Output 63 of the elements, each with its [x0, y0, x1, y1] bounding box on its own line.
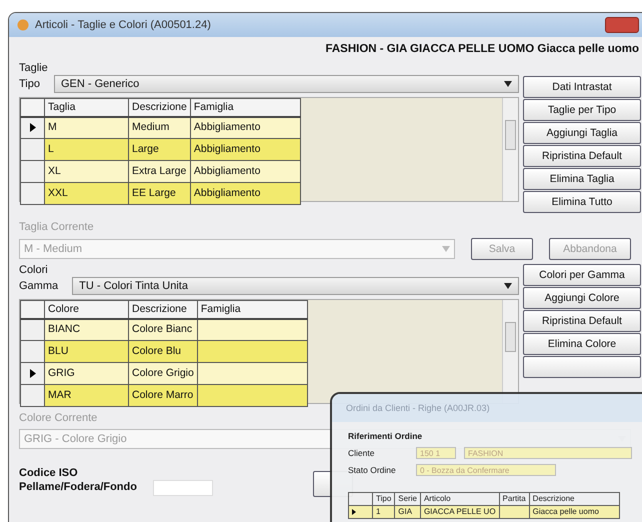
table-cell: MAR — [44, 384, 128, 407]
table-cell: XXL — [44, 182, 128, 205]
scrollbar[interactable] — [502, 98, 518, 202]
row-header[interactable] — [20, 318, 44, 341]
action-button[interactable]: Elimina Tutto — [523, 191, 641, 214]
partly-covered-button[interactable] — [523, 356, 641, 378]
action-button[interactable]: Ripristina Default — [523, 310, 641, 332]
dropdown-arrow-icon — [504, 81, 512, 88]
article-header: FASHION - GIA GIACCA PELLE UOMO Giacca pelle uomo — [324, 42, 640, 57]
table-cell: GIACCA PELLE UO — [420, 506, 500, 519]
row-header[interactable] — [20, 138, 44, 161]
row-header[interactable] — [20, 340, 44, 363]
field-label: Stato Ordine — [348, 464, 397, 476]
iso-code-field[interactable] — [152, 480, 213, 496]
field-label: Taglia Corrente — [19, 221, 95, 234]
row-header — [20, 98, 44, 117]
column-header[interactable]: Descrizione — [128, 300, 198, 319]
row-header[interactable] — [20, 384, 44, 407]
table-cell: Giacca pelle uomo — [529, 506, 620, 519]
field-label: Pellame/Fodera/Fondo — [19, 481, 137, 494]
action-button[interactable]: Dati Intrastat — [523, 76, 641, 98]
field-label: Codice ISO — [19, 466, 79, 480]
row-header[interactable] — [20, 160, 44, 183]
row-header[interactable] — [20, 362, 44, 385]
action-button[interactable]: Taglie per Tipo — [523, 99, 641, 122]
column-header[interactable]: Famiglia — [190, 98, 300, 117]
window-title: Ordini da Clienti - Righe (A00JR.03) — [332, 394, 642, 422]
dropdown-arrow-icon — [504, 283, 512, 290]
field-label: Tipo — [19, 78, 40, 91]
app-icon — [17, 19, 29, 31]
section-label: Taglie — [19, 62, 49, 76]
column-header[interactable]: Descrizione — [529, 492, 620, 506]
row-pointer-icon — [30, 122, 36, 132]
column-header[interactable]: Articolo — [420, 492, 500, 506]
row-header[interactable] — [20, 182, 44, 205]
type-dropdown[interactable]: GEN - Generico — [54, 75, 519, 94]
column-header[interactable]: Colore — [44, 300, 128, 319]
field-label: Cliente — [348, 446, 376, 460]
column-header[interactable]: Descrizione — [128, 98, 190, 117]
row-header[interactable] — [348, 506, 372, 519]
field-label: Colore Corrente — [19, 412, 98, 426]
column-header[interactable]: Taglia — [44, 98, 128, 117]
action-button[interactable]: Aggiungi Colore — [523, 287, 641, 310]
action-button[interactable]: Ripristina Default — [523, 145, 641, 168]
row-pointer-icon — [352, 509, 356, 516]
table-cell: EE Large — [128, 182, 190, 205]
type-dropdown[interactable]: TU - Colori Tinta Unita — [72, 277, 519, 296]
row-header — [348, 492, 372, 506]
row-pointer-icon — [30, 368, 36, 378]
action-button[interactable]: Colori per Gamma — [523, 264, 641, 286]
section-label: Colori — [19, 264, 49, 278]
row-header — [20, 300, 44, 319]
column-header[interactable]: Famiglia — [197, 300, 308, 319]
action-button[interactable]: Aggiungi Taglia — [523, 122, 641, 144]
action-button[interactable]: Elimina Colore — [523, 333, 641, 356]
table-cell: Abbigliamento — [190, 182, 300, 205]
dropdown-arrow-icon — [442, 246, 450, 252]
row-header[interactable] — [20, 116, 44, 139]
window-title: Articoli - Taglie e Colori (A00501.24) — [35, 18, 211, 33]
field-label: Gamma — [19, 280, 58, 293]
action-button[interactable]: Elimina Taglia — [523, 168, 641, 190]
table-cell: Colore Marro — [128, 384, 198, 407]
section-label: Riferimenti Ordine — [348, 430, 424, 443]
